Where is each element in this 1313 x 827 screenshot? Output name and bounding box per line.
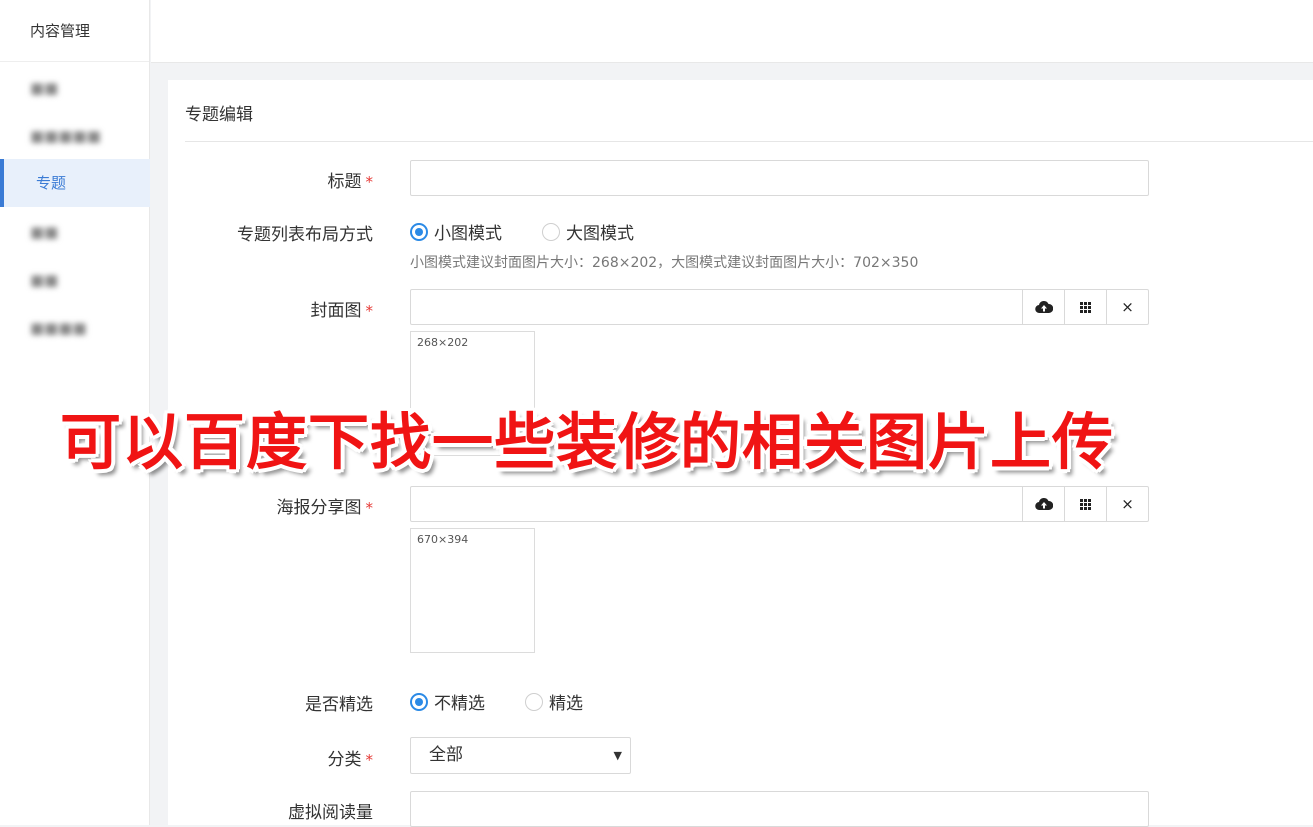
poster-input-group: × [410, 486, 1149, 522]
radio-unchecked-icon [525, 692, 543, 711]
layout-radio-group: 小图模式 大图模式 [410, 219, 674, 244]
poster-gallery-button[interactable] [1064, 487, 1106, 521]
sidebar-item-2[interactable]: ■■■■■ [0, 112, 150, 160]
title-input[interactable] [410, 160, 1149, 196]
title-label: 标题 * [327, 172, 374, 192]
layout-label: 专题列表布局方式 [237, 225, 373, 245]
page-title: 专题编辑 [185, 105, 253, 125]
featured-label: 是否精选 [305, 695, 373, 715]
poster-input[interactable] [411, 487, 1022, 521]
sidebar-item-6[interactable]: ■■■■ [0, 304, 150, 352]
radio-unchecked-icon [542, 222, 560, 241]
cover-input[interactable] [411, 290, 1022, 324]
cover-upload-button[interactable] [1022, 290, 1064, 324]
divider [185, 141, 1313, 142]
grid-icon [1080, 498, 1091, 510]
sidebar-item-topics[interactable]: 专题 [0, 159, 150, 207]
featured-radio-group: 不精选 精选 [410, 689, 623, 714]
category-label: 分类 * [327, 750, 374, 770]
poster-label: 海报分享图 * [276, 498, 374, 518]
chevron-down-icon: ▼ [613, 749, 622, 762]
upload-icon [1034, 300, 1053, 314]
sidebar-item-1[interactable]: ■■ [0, 64, 150, 112]
sidebar-header: 内容管理 [0, 0, 149, 62]
radio-checked-icon [410, 222, 428, 241]
layout-hint: 小图模式建议封面图片大小：268×202，大图模式建议封面图片大小：702×35… [410, 255, 919, 271]
close-icon: × [1121, 298, 1134, 316]
radio-featured[interactable]: 精选 [525, 689, 583, 714]
cover-label: 封面图 * [310, 301, 374, 321]
poster-preview[interactable]: 670×394 [410, 528, 535, 653]
virtual-reads-input[interactable] [410, 791, 1149, 827]
radio-not-featured[interactable]: 不精选 [410, 689, 485, 714]
overlay-caption: 可以百度下找一些装修的相关图片上传 [60, 407, 1115, 478]
close-icon: × [1121, 495, 1134, 513]
top-bar [151, 0, 1313, 63]
sidebar-item-5[interactable]: ■■ [0, 256, 150, 304]
poster-upload-button[interactable] [1022, 487, 1064, 521]
grid-icon [1080, 301, 1091, 313]
upload-icon [1034, 497, 1053, 511]
category-select[interactable]: 全部 ▼ [410, 737, 631, 774]
radio-checked-icon [410, 692, 428, 711]
radio-small-layout[interactable]: 小图模式 [410, 219, 502, 244]
sidebar-item-4[interactable]: ■■ [0, 208, 150, 256]
radio-large-layout[interactable]: 大图模式 [542, 219, 634, 244]
cover-input-group: × [410, 289, 1149, 325]
cover-gallery-button[interactable] [1064, 290, 1106, 324]
poster-clear-button[interactable]: × [1106, 487, 1148, 521]
cover-clear-button[interactable]: × [1106, 290, 1148, 324]
virtual-reads-label: 虚拟阅读量 [288, 803, 373, 823]
